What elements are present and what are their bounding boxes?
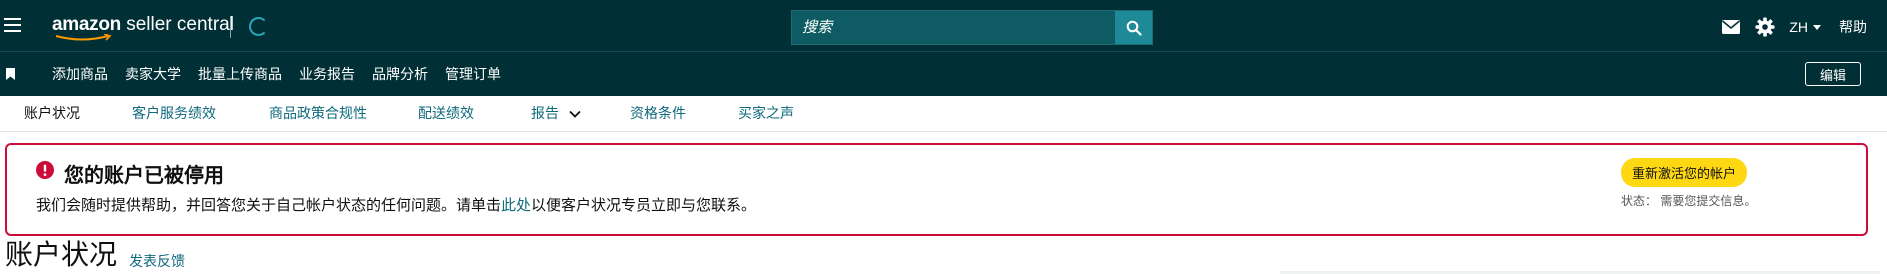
tab-reports-label: 报告: [531, 105, 559, 121]
account-health-tabs: 账户状况 客户服务绩效 商品政策合规性 配送绩效 报告 资格条件 买家之声: [0, 96, 1887, 132]
tab-eligibility[interactable]: 资格条件: [630, 96, 686, 132]
help-link[interactable]: 帮助: [1839, 17, 1867, 37]
brand-divider: [230, 16, 231, 38]
account-deactivated-alert: 您的账户已被停用 我们会随时提供帮助，并回答您关于自己帐户状态的任何问题。请单击…: [5, 143, 1868, 236]
contact-here-link[interactable]: 此处: [501, 197, 531, 214]
chevron-down-icon: [569, 111, 581, 119]
nav-link-brand-analytics[interactable]: 品牌分析: [372, 64, 428, 84]
chevron-down-icon: [1813, 24, 1821, 30]
page-title: 账户状况: [5, 239, 118, 270]
hamburger-menu-icon[interactable]: [4, 18, 21, 32]
mail-icon[interactable]: [1721, 19, 1741, 35]
alert-message-text-end: 以便客户状况专员立即与您联系。: [531, 197, 757, 214]
tab-customer-service-performance[interactable]: 客户服务绩效: [132, 96, 216, 132]
tab-shipping-performance[interactable]: 配送绩效: [418, 96, 474, 132]
reactivate-account-button[interactable]: 重新激活您的帐户: [1621, 158, 1748, 187]
gear-icon[interactable]: [1755, 17, 1775, 37]
brand-name-bold: amazon: [52, 14, 121, 35]
top-header: amazon seller central 搜索 ZH 帮助: [0, 0, 1887, 52]
feedback-link[interactable]: 发表反馈: [129, 251, 185, 271]
bookmark-links: 添加商品 卖家大学 批量上传商品 业务报告 品牌分析 管理订单: [52, 52, 518, 96]
loading-spinner-icon: [249, 17, 268, 36]
alert-message: 我们会随时提供帮助，并回答您关于自己帐户状态的任何问题。请单击此处以便客户状况专…: [36, 194, 756, 215]
status-text: 状态： 需要您提交信息。: [1621, 194, 1757, 208]
search-icon: [1126, 20, 1142, 36]
tab-reports[interactable]: 报告: [531, 96, 581, 132]
tab-policy-compliance[interactable]: 商品政策合规性: [269, 96, 367, 132]
alert-message-text: 我们会随时提供帮助，并回答您关于自己帐户状态的任何问题。请单击: [36, 197, 502, 214]
nav-link-bulk-upload[interactable]: 批量上传商品: [198, 64, 282, 84]
nav-link-add-product[interactable]: 添加商品: [52, 64, 108, 84]
search-input[interactable]: [792, 11, 1115, 44]
search-button[interactable]: [1115, 11, 1152, 44]
tab-voice-of-customer[interactable]: 买家之声: [738, 96, 794, 132]
edit-button[interactable]: 编辑: [1805, 62, 1861, 86]
language-selector[interactable]: ZH: [1789, 19, 1821, 35]
nav-link-manage-orders[interactable]: 管理订单: [445, 64, 501, 84]
amazon-smile-icon: [55, 34, 112, 41]
alert-title: 您的账户已被停用: [64, 165, 224, 187]
nav-link-seller-university[interactable]: 卖家大学: [125, 64, 181, 84]
seller-central-logo[interactable]: amazon seller central: [52, 14, 234, 41]
header-actions: ZH 帮助: [1721, 16, 1867, 38]
tab-account-health[interactable]: 账户状况: [24, 96, 80, 132]
nav-link-business-reports[interactable]: 业务报告: [299, 64, 355, 84]
language-label: ZH: [1789, 19, 1808, 35]
bookmark-nav-bar: 添加商品 卖家大学 批量上传商品 业务报告 品牌分析 管理订单 编辑: [0, 52, 1887, 96]
bookmark-icon[interactable]: [6, 68, 15, 80]
brand-name-rest: seller central: [120, 14, 234, 35]
error-icon: [36, 161, 54, 179]
search-bar: [791, 10, 1153, 45]
